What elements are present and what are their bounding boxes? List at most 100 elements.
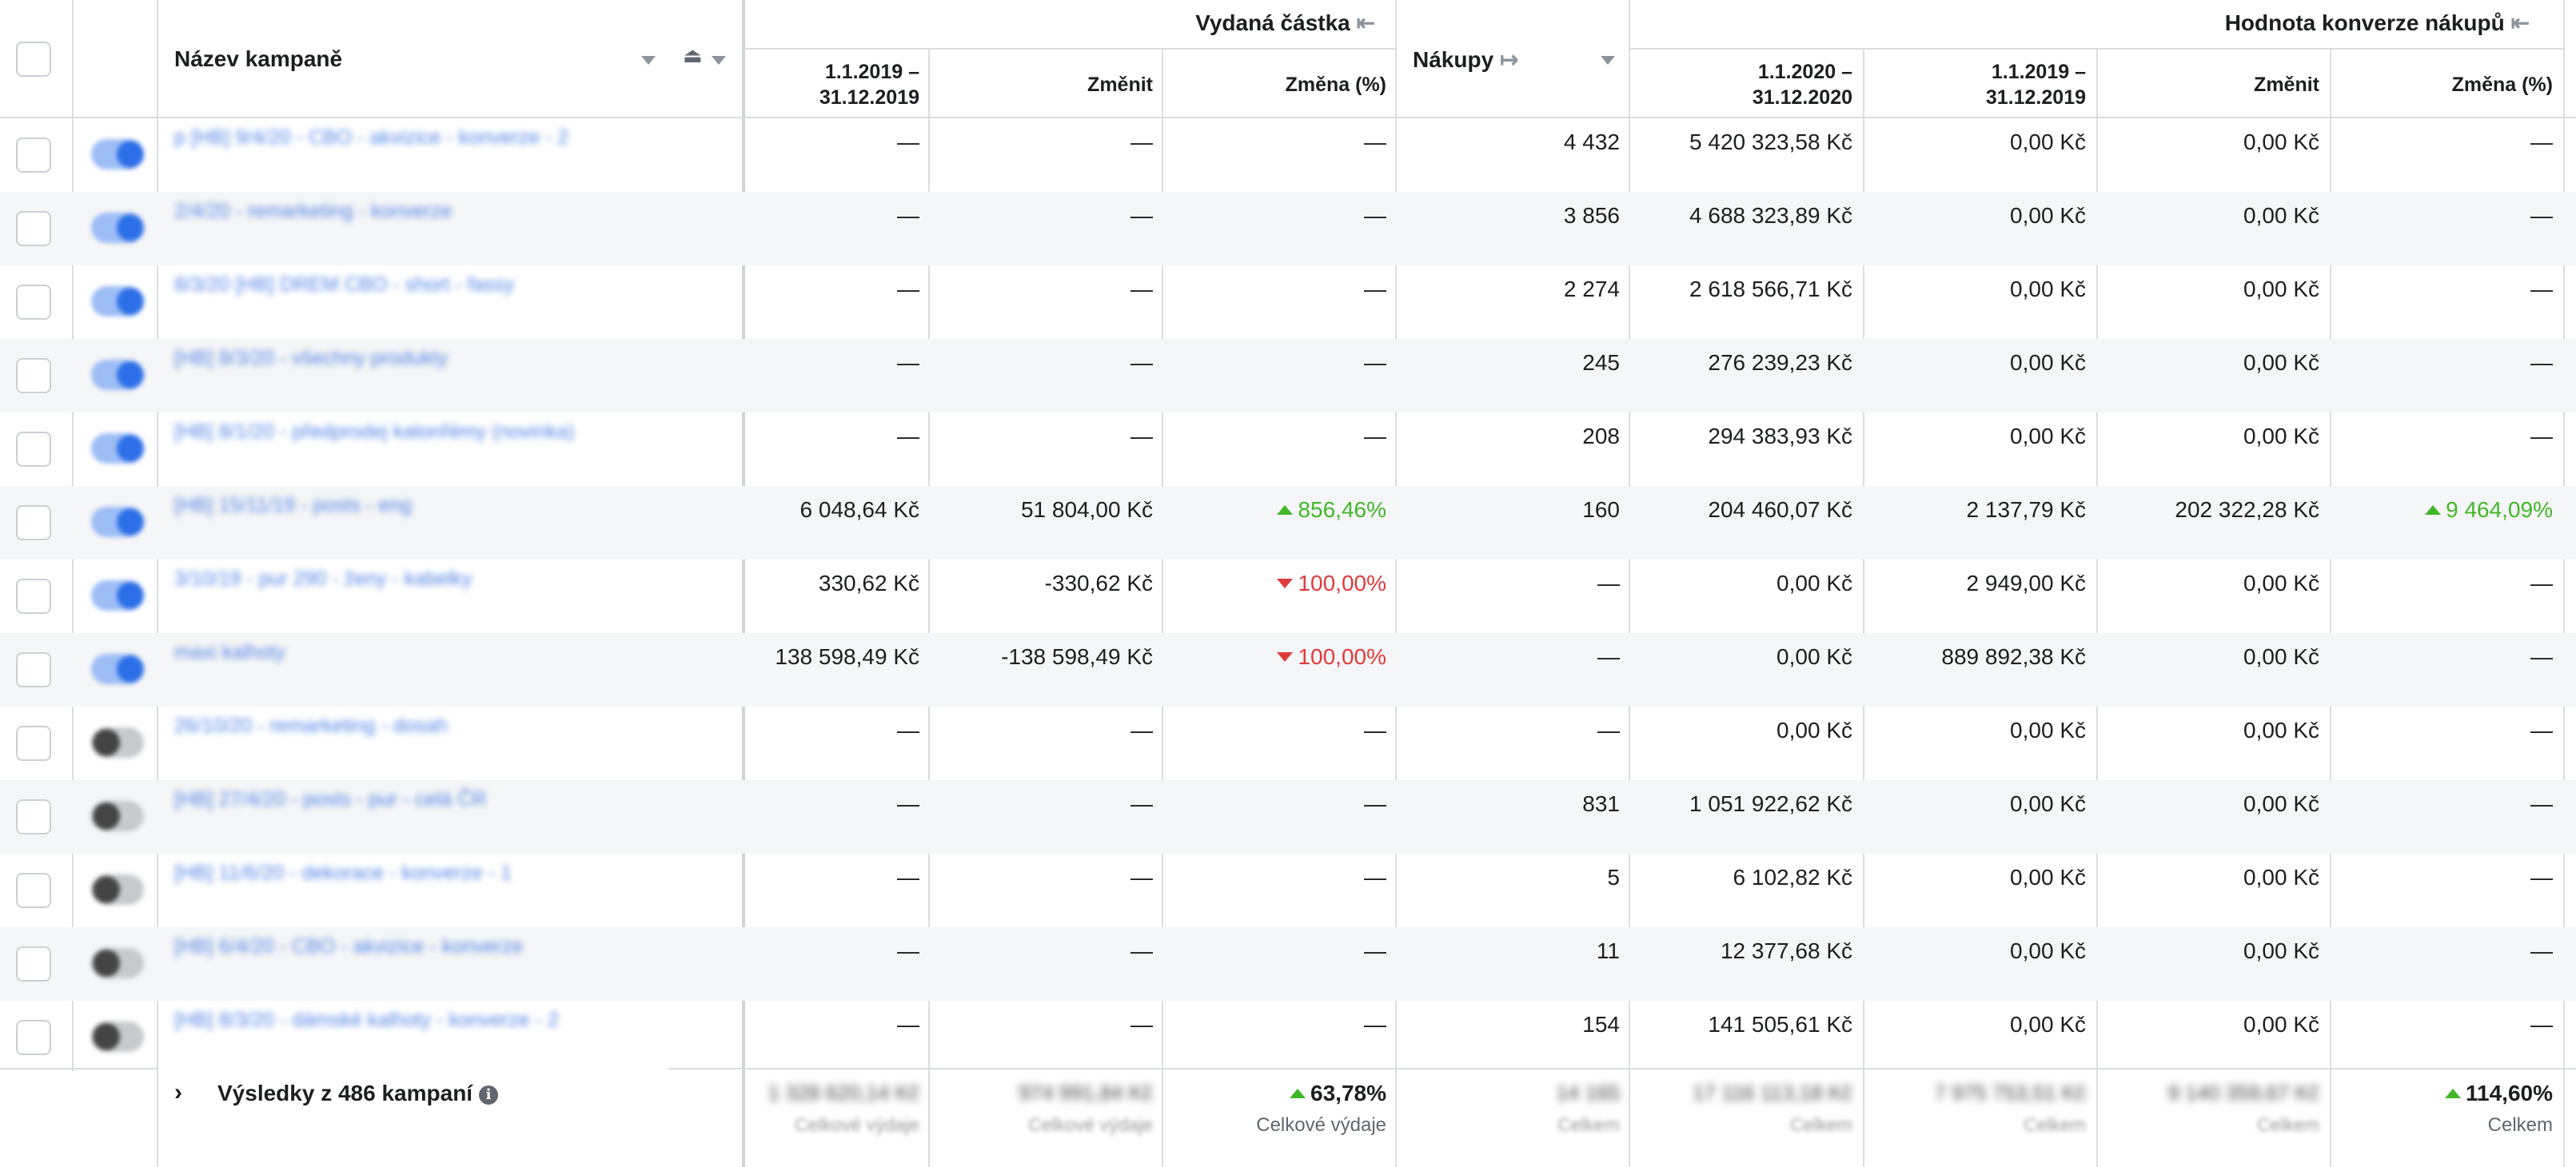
table-row[interactable]: [HB] 11/6/20 - dekorace - konverze - 1 — —… bbox=[0, 854, 2576, 927]
campaign-name-link[interactable]: 2/4/20 - remarketing - konverze bbox=[174, 200, 452, 223]
table-row[interactable]: 2/4/20 - remarketing - konverze — — — 3 856 4… bbox=[0, 192, 2576, 265]
campaign-toggle[interactable] bbox=[91, 948, 144, 978]
collapse-icon[interactable]: ⇤ bbox=[2511, 10, 2530, 35]
campaign-toggle[interactable] bbox=[91, 286, 144, 317]
campaign-name-link[interactable]: 8/3/20 [HB] DREM CBO - short - fassy bbox=[174, 273, 514, 297]
conv-change-header[interactable]: Změnit bbox=[2254, 72, 2319, 98]
table-row[interactable]: [HB] 8/3/20 - všechny produkty — — — 245 276 … bbox=[0, 339, 2576, 412]
table-row[interactable]: [HB] 8/3/20 - dámské kalhoty - konverze … bbox=[0, 1001, 2576, 1074]
campaign-name-link[interactable]: [HB] 15/11/19 - posts - eng bbox=[174, 494, 412, 517]
row-checkbox[interactable] bbox=[16, 358, 51, 393]
select-all-checkbox[interactable] bbox=[16, 42, 51, 77]
campaign-name-link[interactable]: 3/10/19 - pur 290 - ženy - kabelky bbox=[174, 568, 472, 591]
row-checkbox[interactable] bbox=[16, 432, 51, 467]
info-icon[interactable]: i bbox=[479, 1085, 499, 1105]
campaign-name-header[interactable]: Název kampaně bbox=[174, 46, 342, 72]
cell-purchases: 160 bbox=[1582, 497, 1620, 523]
pin-icon[interactable]: ⏏ bbox=[683, 43, 703, 68]
row-checkbox[interactable] bbox=[16, 137, 51, 173]
cell-conv-2020: 6 102,82 Kč bbox=[1733, 865, 1852, 890]
table-row[interactable]: [HB] 15/11/19 - posts - eng 6 048,64 Kč 51… bbox=[0, 486, 2576, 560]
cell-value: 889 892,38 Kč bbox=[1941, 644, 2086, 669]
spend-2019-header[interactable]: 1.1.2019 – 31.12.2019 bbox=[744, 59, 919, 110]
conv-change-pct-header[interactable]: Změna (%) bbox=[2452, 72, 2553, 98]
cell-conv-pct: — bbox=[2530, 865, 2553, 890]
table-row[interactable]: 3/10/19 - pur 290 - ženy - kabelky 330,62… bbox=[0, 560, 2576, 633]
campaign-name-link[interactable]: 26/10/20 - remarketing - dosah bbox=[174, 715, 448, 738]
table-row[interactable]: 8/3/20 [HB] DREM CBO - short - fassy — — — 2… bbox=[0, 265, 2576, 339]
campaign-name-link[interactable]: maxi kalhoty bbox=[174, 641, 285, 664]
conv-2019-header[interactable]: 1.1.2019 – 31.12.2019 bbox=[1910, 59, 2086, 110]
results-summary[interactable]: Výsledky z 486 kampaní i bbox=[217, 1081, 499, 1106]
sort-chevron-icon[interactable] bbox=[641, 56, 656, 65]
cell-spend-change: — bbox=[1130, 1012, 1153, 1038]
purchases-header[interactable]: Nákupy ↦ bbox=[1413, 46, 1518, 73]
row-checkbox[interactable] bbox=[16, 579, 51, 614]
cell-value: 160 bbox=[1582, 497, 1620, 522]
campaign-toggle[interactable] bbox=[91, 507, 144, 537]
cell-value: 0,00 Kč bbox=[1776, 718, 1852, 743]
table-row[interactable]: maxi kalhoty 138 598,49 Kč -138 598,49 Kč 1… bbox=[0, 633, 2576, 707]
footer-conv-change-label: Celkem bbox=[2257, 1114, 2319, 1135]
campaign-toggle[interactable] bbox=[91, 801, 144, 831]
row-checkbox[interactable] bbox=[16, 873, 51, 908]
campaign-toggle[interactable] bbox=[91, 580, 144, 611]
cell-conv-2020: 12 377,68 Kč bbox=[1721, 938, 1852, 964]
table-row[interactable]: [HB] 27/4/20 - posts - pur - celá ČR — — — 8… bbox=[0, 780, 2576, 854]
campaign-name-link[interactable]: p [HB] 9/4/20 - CBO - akvizice - konverz… bbox=[174, 126, 568, 149]
campaign-toggle[interactable] bbox=[91, 727, 144, 758]
cell-conv-change: 0,00 Kč bbox=[2243, 1012, 2319, 1038]
spend-change-header[interactable]: Změnit bbox=[1087, 72, 1153, 98]
pin-menu-chevron-icon[interactable] bbox=[712, 56, 726, 65]
cell-value: — bbox=[2530, 1012, 2553, 1037]
expand-results-icon[interactable]: › bbox=[174, 1079, 182, 1106]
table-row[interactable]: 26/10/20 - remarketing - dosah — — — — 0,00 K… bbox=[0, 707, 2576, 780]
toggle-knob bbox=[117, 582, 144, 609]
cell-spend-2019: — bbox=[897, 865, 919, 890]
row-checkbox[interactable] bbox=[16, 799, 51, 834]
cell-conv-2019: 0,00 Kč bbox=[2010, 203, 2086, 229]
cell-spend-pct: — bbox=[1364, 938, 1386, 964]
cell-value: 0,00 Kč bbox=[2243, 718, 2319, 743]
cell-value: 51 804,00 Kč bbox=[1020, 497, 1153, 522]
campaign-toggle[interactable] bbox=[91, 1022, 144, 1052]
campaign-toggle[interactable] bbox=[91, 213, 144, 243]
conv-2020-header[interactable]: 1.1.2020 – 31.12.2020 bbox=[1677, 59, 1852, 110]
collapse-icon[interactable]: ⇤ bbox=[1357, 10, 1375, 35]
campaign-toggle[interactable] bbox=[91, 139, 144, 169]
cell-value: 0,00 Kč bbox=[2243, 1012, 2319, 1037]
row-checkbox[interactable] bbox=[16, 211, 51, 246]
cell-purchases: 208 bbox=[1582, 424, 1620, 449]
campaign-toggle[interactable] bbox=[91, 654, 144, 684]
campaign-toggle[interactable] bbox=[91, 874, 144, 905]
cell-spend-change: — bbox=[1130, 938, 1153, 964]
row-checkbox[interactable] bbox=[16, 652, 51, 687]
cell-spend-change: 51 804,00 Kč bbox=[1021, 497, 1153, 523]
cell-value: — bbox=[2530, 644, 2553, 669]
row-checkbox[interactable] bbox=[16, 505, 51, 540]
spend-group-header: Vydaná částka ⇤ bbox=[1195, 10, 1375, 35]
campaign-name-link[interactable]: [HB] 8/3/20 - dámské kalhoty - konverze … bbox=[174, 1009, 559, 1032]
row-checkbox[interactable] bbox=[16, 946, 51, 982]
row-checkbox[interactable] bbox=[16, 285, 51, 320]
row-checkbox[interactable] bbox=[16, 1020, 51, 1055]
cell-spend-2019: — bbox=[897, 203, 919, 229]
cell-value: 0,00 Kč bbox=[2010, 1012, 2086, 1037]
table-row[interactable]: p [HB] 9/4/20 - CBO - akvizice - konverz… bbox=[0, 118, 2576, 192]
cell-conv-pct: 9 464,09% bbox=[2425, 497, 2553, 523]
cell-spend-pct: — bbox=[1364, 350, 1386, 376]
cell-value: 11 bbox=[1596, 938, 1620, 963]
purchases-sort-chevron-icon[interactable] bbox=[1601, 56, 1615, 65]
campaign-name-link[interactable]: [HB] 11/6/20 - dekorace - konverze - 1 bbox=[174, 862, 512, 885]
row-checkbox[interactable] bbox=[16, 726, 51, 761]
spend-change-pct-header[interactable]: Změna (%) bbox=[1286, 72, 1386, 98]
campaign-name-link[interactable]: [HB] 6/4/20 - CBO - akvizice - konverze bbox=[174, 935, 523, 958]
campaign-name-link[interactable]: [HB] 8/1/20 - předprodej katonřémy (novi… bbox=[174, 420, 574, 444]
campaign-toggle[interactable] bbox=[91, 433, 144, 464]
table-row[interactable]: [HB] 6/4/20 - CBO - akvizice - konverze —… bbox=[0, 927, 2576, 1001]
campaign-name-link[interactable]: [HB] 8/3/20 - všechny produkty bbox=[174, 347, 448, 370]
campaign-name-link[interactable]: [HB] 27/4/20 - posts - pur - celá ČR bbox=[174, 788, 486, 811]
cell-value: 2 949,00 Kč bbox=[1966, 571, 2086, 595]
table-row[interactable]: [HB] 8/1/20 - předprodej katonřémy (novi… bbox=[0, 412, 2576, 486]
campaign-toggle[interactable] bbox=[91, 360, 144, 390]
